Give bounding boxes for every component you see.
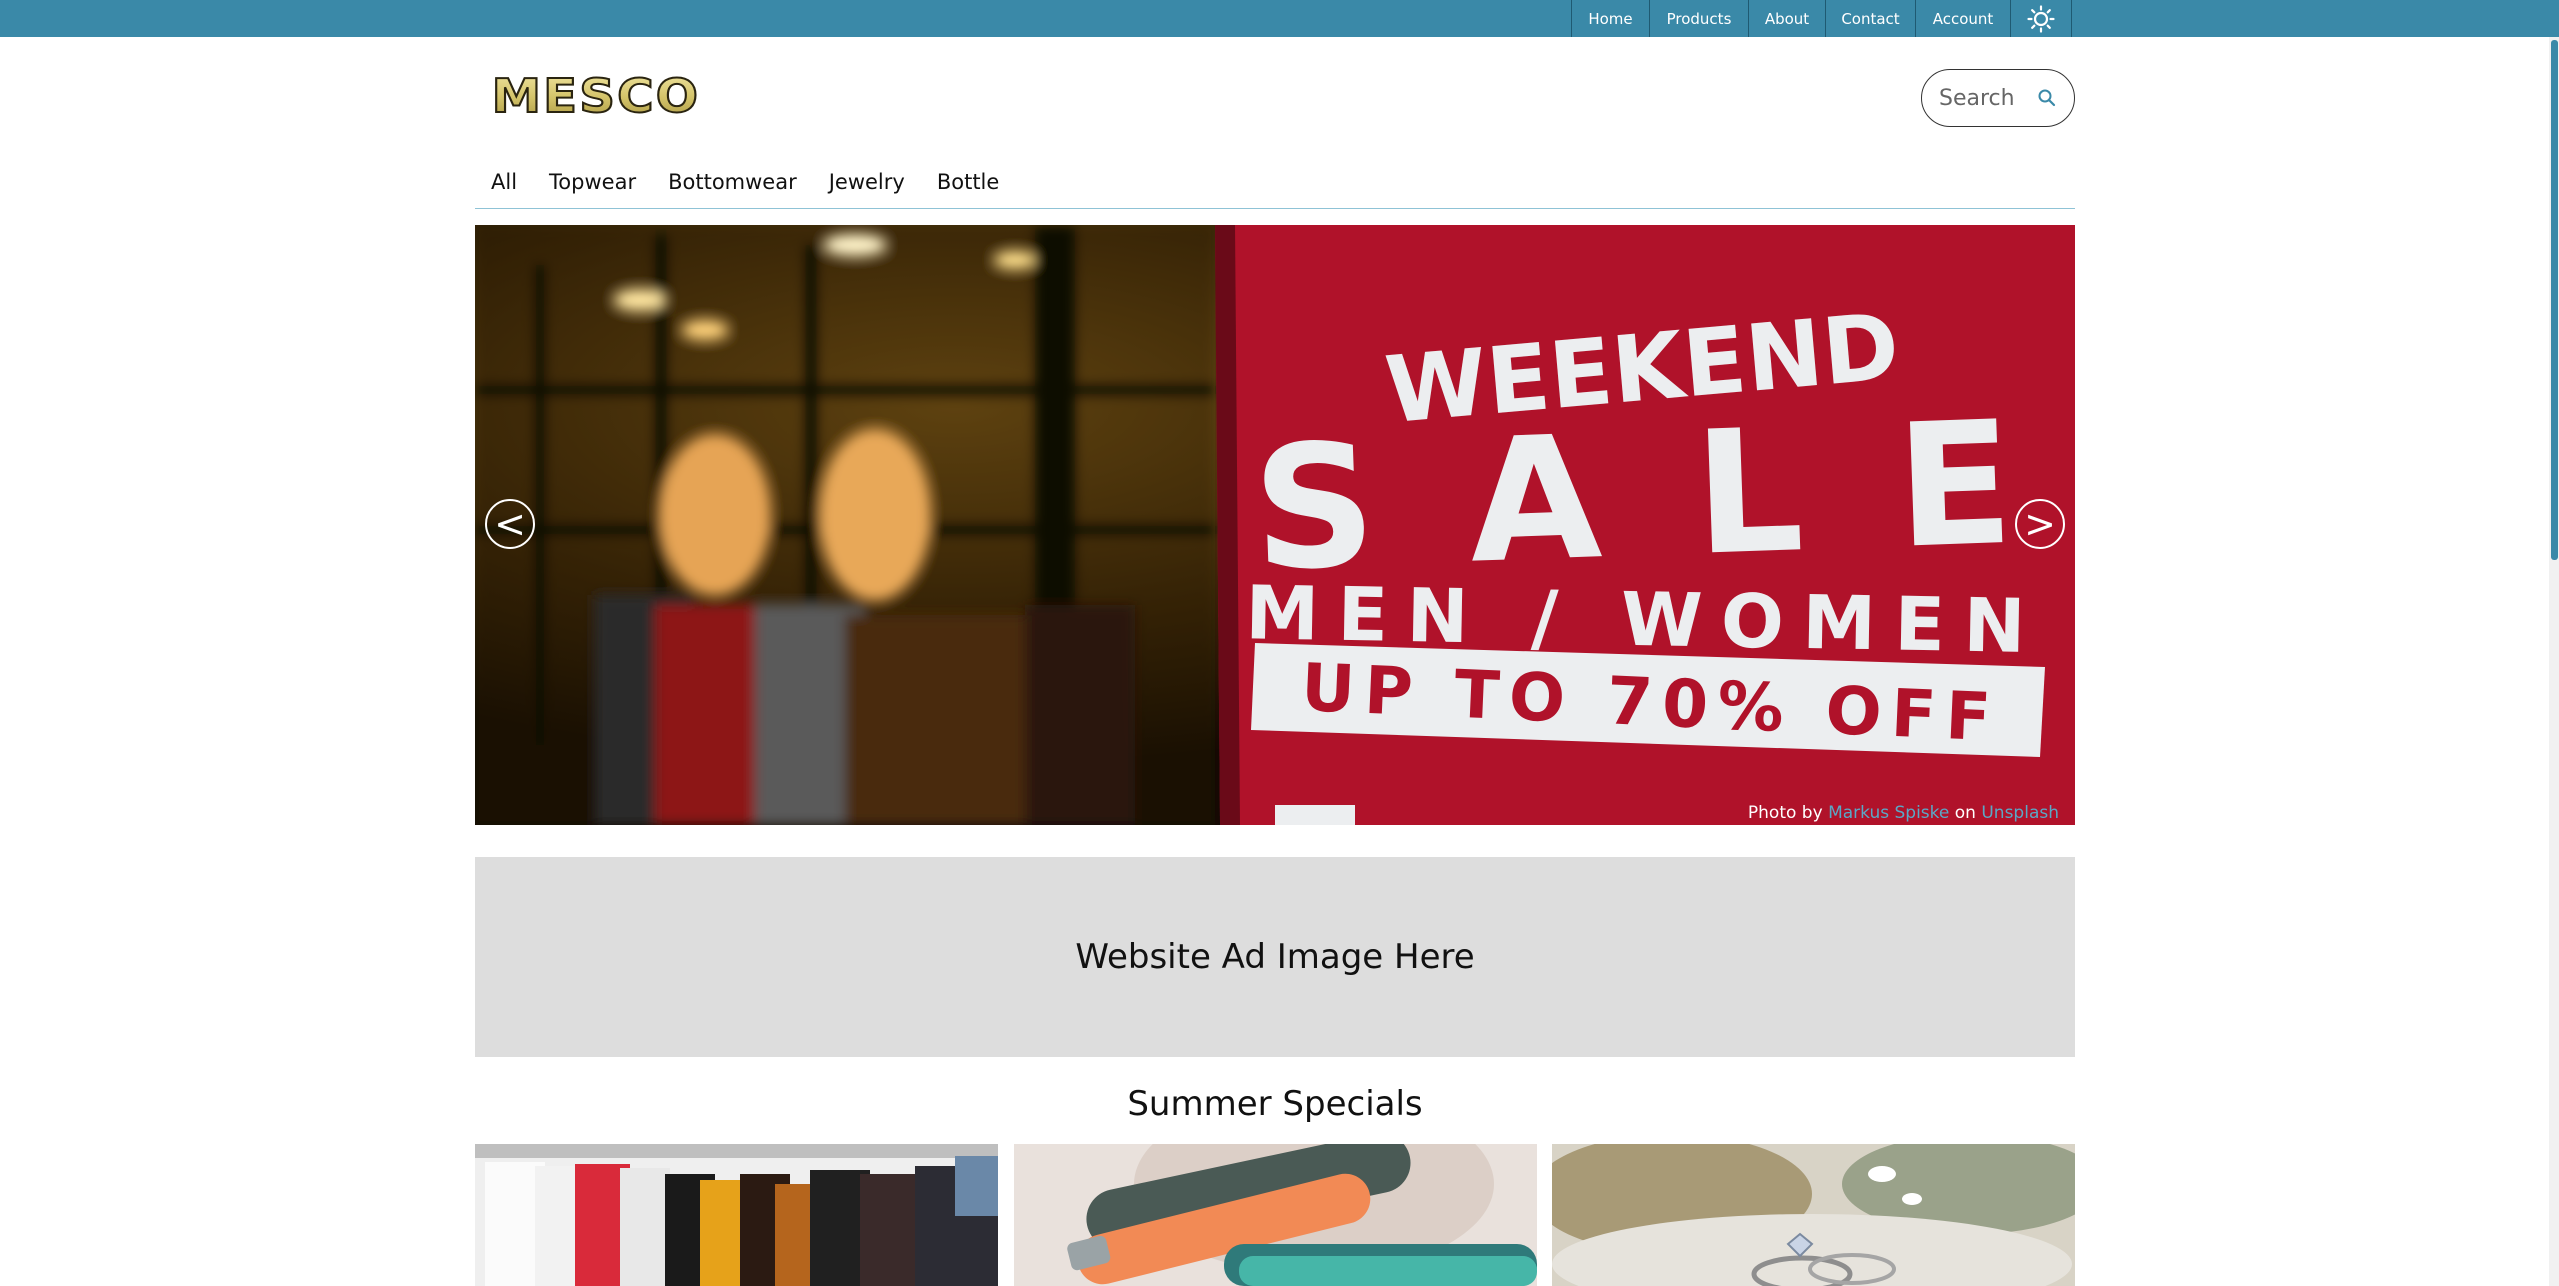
ad-banner[interactable]: Website Ad Image Here xyxy=(475,857,2075,1057)
topnav-account[interactable]: Account xyxy=(1915,0,2010,37)
photo-credit: Photo by Markus Spiske on Unsplash xyxy=(1748,803,2059,823)
search-input[interactable]: Search xyxy=(1921,69,2075,127)
product-image xyxy=(1014,1144,1537,1286)
product-image xyxy=(1552,1144,2075,1286)
credit-mid: on xyxy=(1954,803,1976,823)
category-nav: All Topwear Bottomwear Jewelry Bottle xyxy=(475,165,2075,209)
product-card-topwear[interactable] xyxy=(475,1144,998,1286)
product-card-jewelry[interactable] xyxy=(1552,1144,2075,1286)
top-utility-bar xyxy=(0,0,2559,37)
credit-author-link[interactable]: Markus Spiske xyxy=(1828,803,1949,823)
category-topwear[interactable]: Topwear xyxy=(533,165,652,199)
theme-toggle-button[interactable] xyxy=(2010,0,2072,37)
scrollbar-thumb[interactable] xyxy=(2551,40,2558,560)
sun-icon xyxy=(2027,4,2055,33)
logo-text: MESCO xyxy=(492,71,701,122)
topnav-home[interactable]: Home xyxy=(1571,0,1649,37)
category-all[interactable]: All xyxy=(475,165,533,199)
product-image xyxy=(475,1144,998,1286)
carousel-prev-button[interactable]: < xyxy=(485,499,535,549)
product-card-bottle[interactable] xyxy=(1014,1144,1537,1286)
topnav-about[interactable]: About xyxy=(1748,0,1825,37)
ad-banner-text: Website Ad Image Here xyxy=(1075,937,1475,977)
credit-site-link[interactable]: Unsplash xyxy=(1981,803,2059,823)
topnav-contact[interactable]: Contact xyxy=(1825,0,1915,37)
topnav-products[interactable]: Products xyxy=(1649,0,1748,37)
category-jewelry[interactable]: Jewelry xyxy=(813,165,921,199)
section-title: Summer Specials xyxy=(1127,1084,1423,1124)
category-bottomwear[interactable]: Bottomwear xyxy=(652,165,813,199)
hero-image: WEEKEND SALE MEN / WOMEN UP TO 70% OFF xyxy=(475,225,2075,825)
carousel-next-button[interactable]: > xyxy=(2015,499,2065,549)
brand-logo[interactable]: MESCO xyxy=(476,68,716,125)
credit-prefix: Photo by xyxy=(1747,803,1823,823)
search-icon[interactable] xyxy=(2036,87,2058,109)
search-placeholder: Search xyxy=(1939,85,2015,111)
category-bottle[interactable]: Bottle xyxy=(921,165,1015,199)
top-navigation: Home Products About Contact Account xyxy=(1571,0,2072,37)
hero-carousel: WEEKEND SALE MEN / WOMEN UP TO 70% OFF <… xyxy=(475,225,2075,825)
